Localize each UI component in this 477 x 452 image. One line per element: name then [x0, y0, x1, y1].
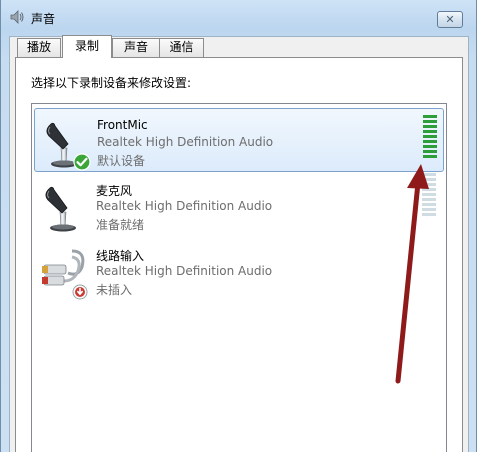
- speaker-icon: [10, 10, 24, 24]
- close-icon: ✕: [445, 13, 455, 26]
- tab-playback[interactable]: 播放: [17, 38, 61, 57]
- close-button[interactable]: ✕: [437, 11, 463, 28]
- tab-label: 通信: [169, 40, 194, 54]
- meter-segment: [423, 120, 437, 123]
- instruction-text: 选择以下录制设备来修改设置:: [31, 76, 192, 90]
- meter-segment: [422, 198, 436, 201]
- meter-segment: [422, 183, 436, 186]
- meter-segment: [423, 150, 437, 153]
- device-name: 麦克风: [96, 184, 133, 198]
- device-status: 未插入: [96, 283, 133, 297]
- meter-segment: [423, 155, 437, 158]
- meter-segment: [422, 173, 436, 176]
- device-item-microphone[interactable]: 麦克风 Realtek High Definition Audio 准备就绪: [34, 173, 444, 237]
- tab-label: 播放: [26, 40, 51, 54]
- meter-segment: [423, 115, 437, 118]
- title-bar[interactable]: 声音 ✕: [1, 0, 476, 36]
- device-description: Realtek High Definition Audio: [96, 199, 273, 213]
- recording-device-list[interactable]: FrontMic Realtek High Definition Audio 默…: [31, 103, 447, 452]
- device-status: 默认设备: [97, 154, 146, 168]
- volume-level-meter: [422, 173, 436, 216]
- device-name: FrontMic: [97, 118, 148, 132]
- meter-segment: [423, 125, 437, 128]
- meter-segment: [423, 145, 437, 148]
- default-check-badge-icon: [73, 153, 91, 171]
- volume-level-meter: [423, 115, 437, 158]
- tab-sounds[interactable]: 声音: [112, 38, 160, 57]
- meter-segment: [423, 140, 437, 143]
- tab-label: 声音: [123, 40, 148, 54]
- meter-segment: [422, 203, 436, 206]
- device-name: 线路输入: [96, 249, 145, 263]
- tab-communications[interactable]: 通信: [159, 38, 204, 57]
- microphone-icon: [45, 186, 76, 232]
- device-description: Realtek High Definition Audio: [96, 264, 273, 278]
- meter-segment: [422, 193, 436, 196]
- device-description: Realtek High Definition Audio: [97, 135, 274, 149]
- meter-segment: [423, 135, 437, 138]
- meter-segment: [422, 208, 436, 211]
- meter-segment: [422, 213, 436, 216]
- unplugged-badge-icon: [72, 284, 88, 300]
- device-status: 准备就绪: [96, 218, 145, 232]
- window-title: 声音: [31, 12, 56, 26]
- device-item-line-in[interactable]: 线路输入 Realtek High Definition Audio 未插入: [34, 238, 444, 302]
- device-item-frontmic[interactable]: FrontMic Realtek High Definition Audio 默…: [34, 108, 444, 172]
- tab-recording[interactable]: 录制: [62, 35, 112, 58]
- meter-segment: [422, 178, 436, 181]
- meter-segment: [423, 130, 437, 133]
- tab-label: 录制: [74, 39, 99, 53]
- meter-segment: [422, 188, 436, 191]
